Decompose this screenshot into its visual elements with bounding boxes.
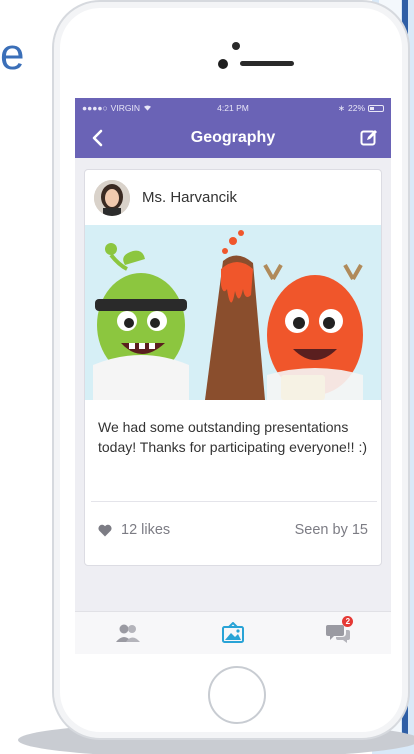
people-icon (115, 624, 140, 642)
status-bar: ●●●●○ VIRGIN 4:21 PM ∗ 22% (75, 98, 391, 118)
tab-bar: 2 (75, 611, 391, 654)
front-camera (232, 42, 240, 50)
screenshot-canvas: e ●●●●○ VIRGIN 4:21 PM ∗ 22% Geography M… (0, 0, 414, 754)
post-body-text: We had some outstanding presentations to… (98, 419, 367, 455)
home-button[interactable] (208, 666, 266, 724)
messages-badge: 2 (342, 616, 354, 627)
tab-story[interactable] (213, 618, 253, 648)
battery-percent: 22% (347, 103, 365, 113)
navigation-bar: Geography (75, 118, 391, 158)
post-card: Ms. Harvancik We had some outstanding pr… (84, 169, 382, 566)
like-button[interactable]: 12 likes (98, 522, 170, 538)
earpiece-speaker (240, 61, 294, 66)
signal-icon: ●●●●○ (82, 103, 108, 113)
page-title: Geography (190, 129, 276, 146)
phone-screen: ●●●●○ VIRGIN 4:21 PM ∗ 22% Geography Ms.… (75, 98, 391, 654)
heart-icon (98, 524, 112, 536)
wifi-icon (143, 103, 152, 113)
author-name: Ms. Harvancik (142, 189, 238, 206)
photo-story-icon (221, 622, 244, 643)
post-author-row: Ms. Harvancik (85, 170, 381, 225)
compose-icon[interactable] (359, 128, 379, 148)
status-battery-group: ∗ 22% (294, 103, 384, 114)
seen-count: Seen by 15 (294, 522, 368, 538)
bluetooth-icon: ∗ (337, 102, 345, 113)
proximity-sensor (218, 59, 228, 69)
post-divider (91, 501, 377, 502)
carrier-label: VIRGIN (110, 103, 140, 113)
background-partial-text: e (0, 30, 25, 79)
back-chevron-icon[interactable] (87, 128, 107, 148)
author-avatar[interactable] (94, 179, 130, 216)
tab-messages[interactable]: 2 (318, 616, 358, 648)
battery-icon (368, 104, 384, 112)
likes-count: 12 likes (121, 522, 171, 538)
status-time: 4:21 PM (217, 103, 249, 113)
status-carrier-group: ●●●●○ VIRGIN (82, 103, 172, 113)
post-image[interactable] (85, 225, 381, 400)
tab-people[interactable] (108, 618, 148, 648)
